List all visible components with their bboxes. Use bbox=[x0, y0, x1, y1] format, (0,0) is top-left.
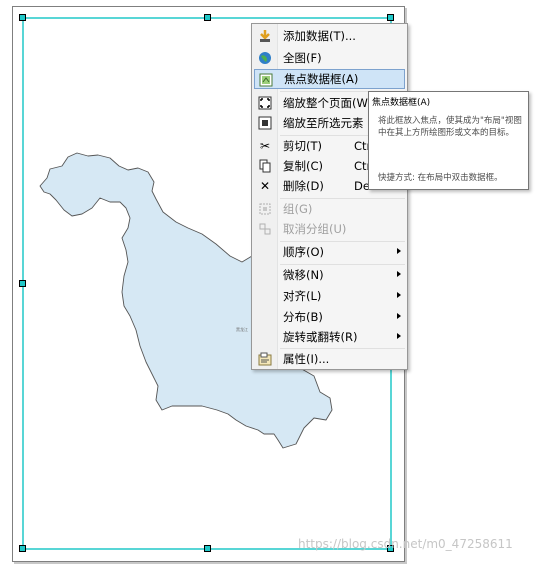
tooltip: 焦点数据框(A) 将此框放入焦点，使其成为"布局"视图中在其上方所绘图形或文本的… bbox=[368, 91, 529, 190]
menu-item-add-data[interactable]: 添加数据(T)... bbox=[254, 26, 405, 46]
menu-label: 旋转或翻转(R) bbox=[283, 330, 358, 344]
menu-label: 组(G) bbox=[283, 202, 313, 216]
submenu-arrow-icon bbox=[397, 248, 401, 254]
tooltip-shortcut: 快捷方式: 在布局中双击数据框。 bbox=[378, 173, 503, 183]
tooltip-description: 将此框放入焦点，使其成为"布局"视图中在其上方所绘图形或文本的目标。 bbox=[378, 116, 522, 138]
selection-handle-top-middle[interactable] bbox=[204, 14, 211, 21]
menu-item-nudge[interactable]: 微移(N) bbox=[254, 265, 405, 285]
submenu-arrow-icon bbox=[397, 313, 401, 319]
menu-label: 取消分组(U) bbox=[283, 222, 347, 236]
menu-label: 添加数据(T)... bbox=[283, 29, 356, 43]
selection-handle-top-left[interactable] bbox=[19, 14, 26, 21]
menu-label: 顺序(O) bbox=[283, 245, 325, 259]
zoom-selected-icon bbox=[258, 116, 272, 130]
menu-label: 对齐(L) bbox=[283, 289, 322, 303]
menu-label: 复制(C) bbox=[283, 159, 324, 173]
selection-handle-bottom-left[interactable] bbox=[19, 545, 26, 552]
menu-item-order[interactable]: 顺序(O) bbox=[254, 242, 405, 262]
submenu-arrow-icon bbox=[397, 333, 401, 339]
menu-item-group[interactable]: 组(G) bbox=[254, 199, 405, 219]
menu-item-rotate-or-flip[interactable]: 旋转或翻转(R) bbox=[254, 327, 405, 347]
context-menu: 添加数据(T)... 全图(F) 焦点数据框(A) 缩放整个页面(W 缩放至所选… bbox=[251, 23, 408, 370]
menu-label: 全图(F) bbox=[283, 51, 322, 65]
submenu-arrow-icon bbox=[397, 292, 401, 298]
menu-label: 微移(N) bbox=[283, 268, 324, 282]
add-data-icon bbox=[258, 29, 272, 43]
scissors-icon: ✂ bbox=[259, 139, 271, 153]
menu-item-focus-data-frame[interactable]: 焦点数据框(A) bbox=[254, 69, 405, 89]
delete-icon: ✕ bbox=[259, 179, 271, 193]
globe-icon bbox=[258, 51, 272, 65]
submenu-arrow-icon bbox=[397, 271, 401, 277]
menu-label: 属性(I)... bbox=[283, 352, 330, 366]
focus-frame-icon bbox=[259, 73, 273, 87]
menu-item-properties[interactable]: 属性(I)... bbox=[254, 349, 405, 369]
menu-item-full-extent[interactable]: 全图(F) bbox=[254, 48, 405, 68]
copy-icon bbox=[258, 159, 272, 173]
zoom-page-icon bbox=[258, 96, 272, 110]
ungroup-icon bbox=[258, 222, 272, 236]
menu-label: 焦点数据框(A) bbox=[284, 72, 359, 86]
properties-icon bbox=[258, 352, 272, 366]
menu-label: 缩放整个页面(W bbox=[283, 96, 368, 110]
map-feature-label: 黑龙江 bbox=[236, 327, 248, 332]
menu-label: 分布(B) bbox=[283, 310, 323, 324]
watermark: https://blog.csdn.net/m0_47258611 bbox=[298, 537, 513, 551]
group-icon bbox=[258, 202, 272, 216]
menu-item-distribute[interactable]: 分布(B) bbox=[254, 307, 405, 327]
selection-handle-middle-left[interactable] bbox=[19, 280, 26, 287]
selection-handle-bottom-middle[interactable] bbox=[204, 545, 211, 552]
menu-item-align[interactable]: 对齐(L) bbox=[254, 286, 405, 306]
menu-label: 缩放至所选元素 bbox=[283, 116, 364, 130]
selection-handle-top-right[interactable] bbox=[387, 14, 394, 21]
menu-label: 剪切(T) bbox=[283, 139, 322, 153]
menu-label: 删除(D) bbox=[283, 179, 324, 193]
tooltip-title: 焦点数据框(A) bbox=[372, 98, 431, 108]
menu-item-ungroup[interactable]: 取消分组(U) bbox=[254, 219, 405, 239]
